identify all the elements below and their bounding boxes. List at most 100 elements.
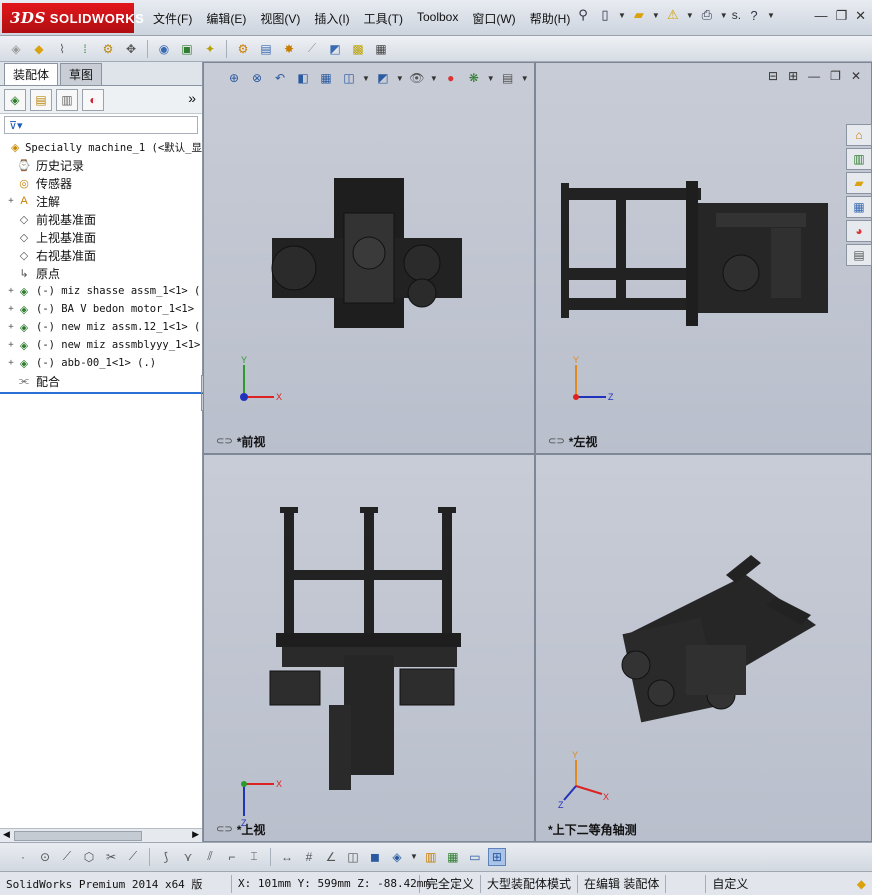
convert-entities-icon[interactable]: ⫽ <box>201 848 219 866</box>
search-label[interactable]: s. <box>732 8 741 22</box>
solidworks-resources-icon[interactable]: ⌂ <box>846 124 872 146</box>
viewport-top[interactable]: X Z ⊂⊃ *上视 <box>203 454 535 842</box>
menu-file[interactable]: 文件(F) <box>146 8 199 29</box>
scrollbar-thumb[interactable] <box>14 831 142 841</box>
tree-item[interactable]: + A 注解 <box>0 192 202 210</box>
smart-fasteners-icon[interactable]: ⚙ <box>98 39 118 59</box>
tree-item[interactable]: ◇ 上视基准面 <box>0 228 202 246</box>
appearance-palette-icon[interactable]: ▦ <box>444 848 462 866</box>
restore-icon[interactable]: ❐ <box>835 8 847 24</box>
clearance-verification-icon[interactable]: ▩ <box>348 39 368 59</box>
mate-icon[interactable]: ⌇ <box>52 39 72 59</box>
minimize-icon[interactable]: — <box>814 8 827 24</box>
menu-tools[interactable]: 工具(T) <box>357 8 410 29</box>
box-icon[interactable]: ◼ <box>366 848 384 866</box>
expand-icon[interactable]: + <box>6 358 16 368</box>
tab-sketch[interactable]: 草图 <box>60 63 103 85</box>
units-selector[interactable]: 自定义 <box>706 875 754 893</box>
property-manager-icon[interactable]: ▤ <box>30 88 52 111</box>
viewport-front[interactable]: ⊕ ⊗ ↶ ◧ ▦ ◫ ▼ ◩ ▼ 👁 ▼ ● ❋ ▼ ▤ ▼ Y X ⊂⊃ *… <box>203 62 535 454</box>
mirror-icon[interactable]: ⋎ <box>179 848 197 866</box>
close-icon[interactable]: ✕ <box>855 8 866 24</box>
scroll-left-icon[interactable]: ◀ <box>3 829 10 840</box>
line-icon[interactable]: ⟋ <box>58 848 76 866</box>
warning-icon[interactable]: ⚠ <box>664 6 682 24</box>
four-view-icon[interactable]: ⊞ <box>487 847 506 866</box>
viewport-left[interactable]: ⊟ ⊞ — ❐ ✕ Y Z ⊂⊃ *左视 <box>535 62 872 454</box>
link-views-icon[interactable]: ⊂⊃ <box>216 824 233 835</box>
grid-icon[interactable]: # <box>300 848 318 866</box>
tree-item[interactable]: + ◈ (-) new miz assm.12_1<1> ( <box>0 318 202 336</box>
panel-horizontal-scrollbar[interactable]: ◀ ▶ <box>0 828 202 842</box>
design-library-icon[interactable]: ▥ <box>846 148 872 170</box>
extend-icon[interactable]: ⟋ <box>124 848 142 866</box>
point-icon[interactable]: · <box>14 848 32 866</box>
large-assembly-mode[interactable]: 大型装配体模式 <box>481 874 579 893</box>
tree-item[interactable]: + ◈ (-) new miz assmblyyy_1<1> <box>0 336 202 354</box>
viewport-isometric[interactable]: Y X Z *上下二等角轴测 <box>535 454 872 842</box>
tree-item[interactable]: + ◈ (-) abb-00_1<1> (.) <box>0 354 202 372</box>
polygon-icon[interactable]: ⬡ <box>80 848 98 866</box>
help-icon[interactable]: ? <box>745 6 763 24</box>
offset-icon[interactable]: ⟆ <box>157 848 175 866</box>
tree-rollback-bar[interactable] <box>0 392 202 394</box>
exploded-view-icon[interactable]: ✸ <box>279 39 299 59</box>
tree-item[interactable]: ◈ Specially machine_1 (<默认_显 <box>0 138 202 156</box>
menu-help[interactable]: 帮助(H) <box>523 8 578 29</box>
tab-assembly[interactable]: 装配体 <box>4 63 59 85</box>
filter-input[interactable]: ⊽▾ <box>4 116 198 134</box>
expand-icon[interactable]: + <box>6 196 16 206</box>
bill-of-materials-icon[interactable]: ▤ <box>256 39 276 59</box>
insert-component-icon[interactable]: ◈ <box>6 39 26 59</box>
angle-icon[interactable]: ∠ <box>322 848 340 866</box>
configuration-manager-icon[interactable]: ▥ <box>56 88 78 111</box>
expand-more-icon[interactable]: » <box>188 90 196 106</box>
feature-manager-icon[interactable]: ◈ <box>4 88 26 111</box>
link-views-icon[interactable]: ⊂⊃ <box>548 436 565 447</box>
instant3d-icon[interactable]: ▦ <box>371 39 391 59</box>
show-hidden-icon[interactable]: ◉ <box>154 39 174 59</box>
single-view-icon[interactable]: ▭ <box>466 848 484 866</box>
viewport-close-icon[interactable]: ✕ <box>851 69 861 83</box>
tree-item[interactable]: + ◈ (-) BA V bedon motor_1<1> <box>0 300 202 318</box>
menu-insert[interactable]: 插入(I) <box>307 8 356 29</box>
file-explorer-icon[interactable]: ▰ <box>846 172 872 194</box>
expand-icon[interactable]: + <box>6 304 16 314</box>
expand-icon[interactable]: + <box>6 286 16 296</box>
tree-item[interactable]: ⫘ 配合 <box>0 372 202 390</box>
expand-icon[interactable]: + <box>6 340 16 350</box>
print-icon[interactable]: ⎙ <box>698 6 716 24</box>
new-part-icon[interactable]: ◆ <box>29 39 49 59</box>
help-dropdown-icon[interactable]: ▼ <box>767 11 775 20</box>
move-component-icon[interactable]: ✥ <box>121 39 141 59</box>
dimension-icon[interactable]: ↔ <box>278 848 296 866</box>
view-palette-icon[interactable]: ▦ <box>846 196 872 218</box>
trim-icon[interactable]: ✂ <box>102 848 120 866</box>
corner-rectangle-icon[interactable]: ⌐ <box>223 848 241 866</box>
menu-view[interactable]: 视图(V) <box>253 8 307 29</box>
tree-item[interactable]: + ◈ (-) miz shasse assm_1<1> ( <box>0 282 202 300</box>
assembly-features-icon[interactable]: ▣ <box>177 39 197 59</box>
open-dropdown-icon[interactable]: ▼ <box>652 11 660 20</box>
appearances-icon[interactable]: ◕ <box>846 220 872 242</box>
explode-line-sketch-icon[interactable]: ⟋ <box>302 39 322 59</box>
open-folder-icon[interactable]: ▰ <box>630 6 648 24</box>
tree-item[interactable]: ↳ 原点 <box>0 264 202 282</box>
tree-item[interactable]: ◇ 前视基准面 <box>0 210 202 228</box>
menu-edit[interactable]: 编辑(E) <box>199 8 253 29</box>
shaded-cube-icon[interactable]: ◈ <box>388 848 406 866</box>
interference-detection-icon[interactable]: ◩ <box>325 39 345 59</box>
shaded-dropdown-icon[interactable]: ▼ <box>410 852 418 861</box>
centerline-icon[interactable]: ⌶ <box>245 848 263 866</box>
custom-properties-icon[interactable]: ▤ <box>846 244 872 266</box>
linear-pattern-icon[interactable]: ⁞ <box>75 39 95 59</box>
status-help-icon[interactable]: ◆ <box>857 877 866 891</box>
warning-dropdown-icon[interactable]: ▼ <box>686 11 694 20</box>
color-bars-icon[interactable]: ▥ <box>422 848 440 866</box>
pin-icon[interactable]: ⚲ <box>574 6 592 24</box>
tree-item[interactable]: ◎ 传感器 <box>0 174 202 192</box>
print-dropdown-icon[interactable]: ▼ <box>720 11 728 20</box>
reference-geometry-icon[interactable]: ✦ <box>200 39 220 59</box>
menu-window[interactable]: 窗口(W) <box>465 8 522 29</box>
display-manager-icon[interactable]: ◐ <box>82 88 104 111</box>
